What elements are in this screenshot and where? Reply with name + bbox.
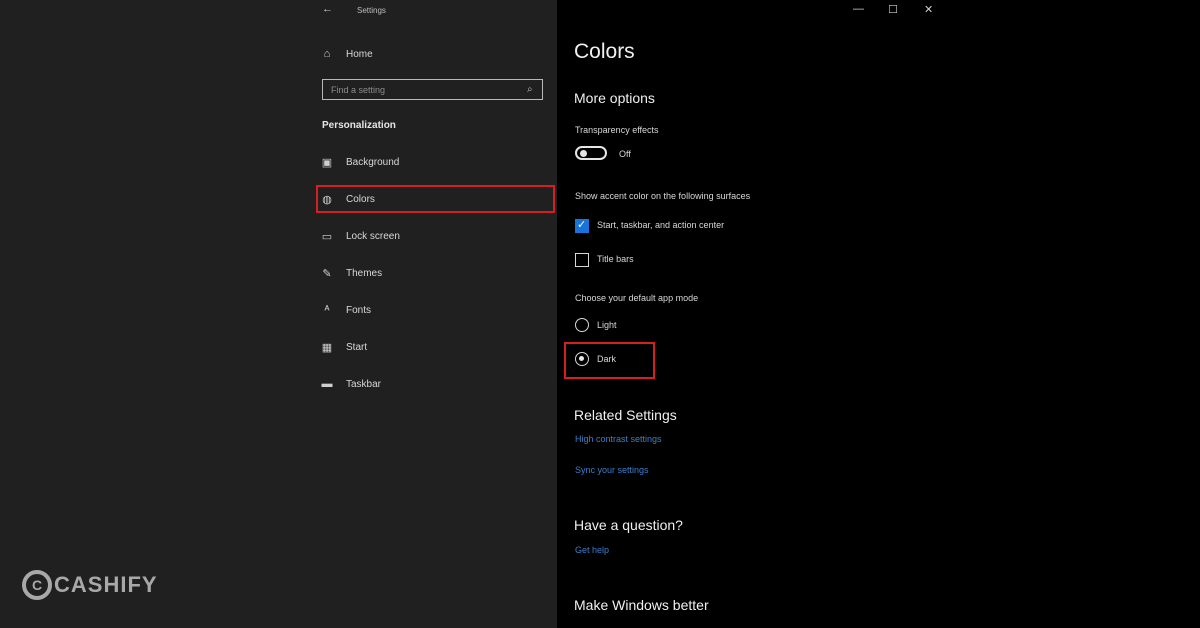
sidebar-item-label: Lock screen bbox=[346, 230, 400, 242]
title-bars-label: Title bars bbox=[597, 254, 634, 264]
sidebar-item-label: Themes bbox=[346, 267, 383, 279]
sidebar-item-label: Start bbox=[346, 341, 368, 353]
dark-mode-highlight bbox=[564, 342, 655, 379]
more-options-heading: More options bbox=[574, 90, 655, 106]
sidebar-item-background[interactable]: ▣ Background bbox=[320, 150, 552, 174]
title-bars-checkbox[interactable] bbox=[575, 253, 589, 267]
start-icon: ▦ bbox=[321, 341, 333, 354]
sidebar-item-label: Fonts bbox=[346, 304, 372, 316]
themes-icon: ✎ bbox=[322, 267, 332, 280]
related-settings-heading: Related Settings bbox=[574, 407, 677, 423]
minimize-button[interactable]: — bbox=[853, 3, 864, 15]
maximize-button[interactable]: ☐ bbox=[888, 3, 898, 16]
section-header-personalization: Personalization bbox=[322, 120, 396, 131]
sidebar-item-label: Background bbox=[346, 156, 400, 168]
question-heading: Have a question? bbox=[574, 517, 683, 533]
make-windows-better-heading: Make Windows better bbox=[574, 597, 709, 613]
sidebar-item-taskbar[interactable]: ▬ Taskbar bbox=[320, 372, 552, 396]
transparency-state: Off bbox=[619, 149, 631, 159]
start-taskbar-label: Start, taskbar, and action center bbox=[597, 220, 725, 230]
search-icon[interactable]: ⌕ bbox=[527, 84, 533, 95]
high-contrast-link[interactable]: High contrast settings bbox=[575, 434, 662, 444]
cashify-text: CASHIFY bbox=[54, 572, 158, 597]
start-taskbar-checkbox[interactable] bbox=[575, 218, 589, 233]
sidebar-item-home[interactable]: ⌂ Home bbox=[320, 42, 552, 66]
sidebar-item-label: Taskbar bbox=[346, 378, 382, 390]
cashify-logo: C CASHIFY bbox=[22, 570, 158, 600]
sidebar-item-label: Colors bbox=[346, 193, 375, 205]
sidebar-item-lock-screen[interactable]: ▭ Lock screen bbox=[320, 224, 552, 248]
image-icon: ▣ bbox=[321, 156, 333, 169]
transparency-toggle[interactable] bbox=[575, 146, 607, 160]
sidebar-item-themes[interactable]: ✎ Themes bbox=[320, 261, 552, 285]
back-arrow-icon[interactable]: ← bbox=[322, 3, 333, 15]
window-title: Settings bbox=[357, 6, 386, 15]
sidebar-item-label: Home bbox=[346, 48, 373, 60]
fonts-icon: ᴬ bbox=[324, 304, 330, 316]
palette-icon: ◍ bbox=[322, 193, 332, 206]
get-help-link[interactable]: Get help bbox=[575, 545, 609, 555]
cashify-mark: C bbox=[22, 570, 52, 600]
app-mode-label: Choose your default app mode bbox=[575, 293, 699, 303]
sidebar-item-colors[interactable]: ◍ Colors bbox=[316, 185, 555, 213]
light-mode-label: Light bbox=[597, 320, 617, 330]
toggle-knob bbox=[580, 150, 587, 157]
light-mode-radio[interactable] bbox=[575, 318, 589, 332]
home-icon: ⌂ bbox=[323, 48, 331, 60]
sync-settings-link[interactable]: Sync your settings bbox=[575, 465, 649, 475]
search-box[interactable]: ⌕ bbox=[322, 79, 543, 100]
lock-screen-icon: ▭ bbox=[321, 230, 333, 243]
page-title: Colors bbox=[574, 40, 635, 63]
taskbar-icon: ▬ bbox=[321, 378, 333, 390]
close-button[interactable]: ✕ bbox=[924, 3, 933, 16]
accent-surfaces-label: Show accent color on the following surfa… bbox=[575, 191, 751, 201]
sidebar-item-fonts[interactable]: ᴬ Fonts bbox=[320, 298, 552, 322]
transparency-label: Transparency effects bbox=[575, 125, 659, 135]
search-input[interactable] bbox=[323, 83, 521, 96]
sidebar-item-start[interactable]: ▦ Start bbox=[320, 335, 552, 359]
